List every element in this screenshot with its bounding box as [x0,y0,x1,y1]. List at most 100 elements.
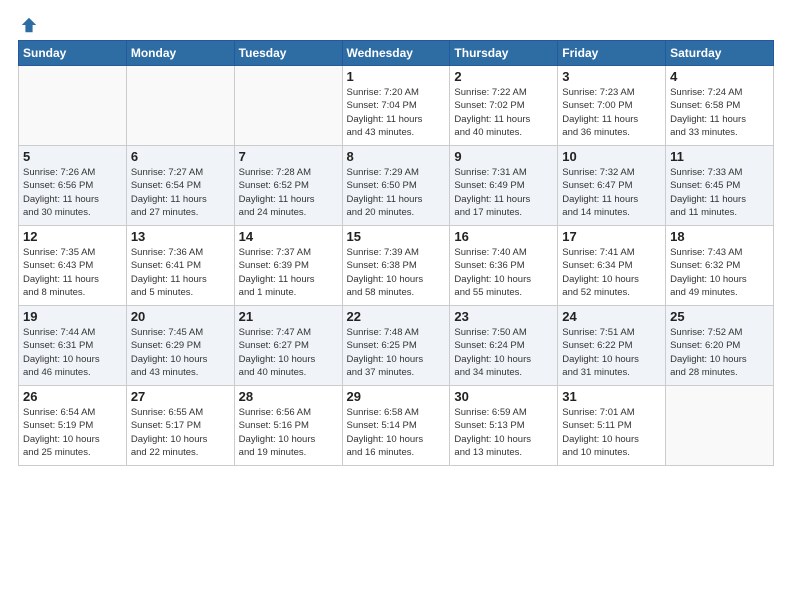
logo [18,16,38,30]
day-cell: 13 Sunrise: 7:36 AM Sunset: 6:41 PM Dayli… [126,226,234,306]
day-cell: 3 Sunrise: 7:23 AM Sunset: 7:00 PM Daylig… [558,66,666,146]
day-cell: 14 Sunrise: 7:37 AM Sunset: 6:39 PM Dayli… [234,226,342,306]
weekday-header-saturday: Saturday [666,41,774,66]
calendar-table: SundayMondayTuesdayWednesdayThursdayFrid… [18,40,774,466]
day-number: 5 [23,149,122,164]
day-info: Sunrise: 7:51 AM Sunset: 6:22 PM Dayligh… [562,326,661,379]
day-cell [19,66,127,146]
day-number: 19 [23,309,122,324]
day-info: Sunrise: 7:44 AM Sunset: 6:31 PM Dayligh… [23,326,122,379]
day-info: Sunrise: 7:39 AM Sunset: 6:38 PM Dayligh… [347,246,446,299]
day-cell: 23Sunrise: 7:50 AM Sunset: 6:24 PM Dayli… [450,306,558,386]
day-info: Sunrise: 7:48 AM Sunset: 6:25 PM Dayligh… [347,326,446,379]
day-info: Sunrise: 6:54 AM Sunset: 5:19 PM Dayligh… [23,406,122,459]
day-cell: 19 Sunrise: 7:44 AM Sunset: 6:31 PM Dayli… [19,306,127,386]
day-number: 27 [131,389,230,404]
day-cell: 22 Sunrise: 7:48 AM Sunset: 6:25 PM Dayli… [342,306,450,386]
day-info: Sunrise: 7:45 AM Sunset: 6:29 PM Dayligh… [131,326,230,379]
day-info: Sunrise: 7:24 AM Sunset: 6:58 PM Dayligh… [670,86,769,139]
day-info: Sunrise: 6:55 AM Sunset: 5:17 PM Dayligh… [131,406,230,459]
day-number: 4 [670,69,769,84]
week-row-2: 5 Sunrise: 7:26 AM Sunset: 6:56 PM Daylig… [19,146,774,226]
day-info: Sunrise: 7:52 AM Sunset: 6:20 PM Dayligh… [670,326,769,379]
day-cell: 21Sunrise: 7:47 AM Sunset: 6:27 PM Dayli… [234,306,342,386]
day-number: 30 [454,389,553,404]
day-info: Sunrise: 7:41 AM Sunset: 6:34 PM Dayligh… [562,246,661,299]
logo-icon [20,16,38,34]
day-number: 17 [562,229,661,244]
day-info: Sunrise: 7:43 AM Sunset: 6:32 PM Dayligh… [670,246,769,299]
day-info: Sunrise: 7:32 AM Sunset: 6:47 PM Dayligh… [562,166,661,219]
day-number: 24 [562,309,661,324]
day-cell: 8 Sunrise: 7:29 AM Sunset: 6:50 PM Daylig… [342,146,450,226]
day-cell: 18 Sunrise: 7:43 AM Sunset: 6:32 PM Dayli… [666,226,774,306]
day-cell: 29 Sunrise: 6:58 AM Sunset: 5:14 PM Dayli… [342,386,450,466]
day-cell: 11Sunrise: 7:33 AM Sunset: 6:45 PM Dayli… [666,146,774,226]
day-cell [126,66,234,146]
day-cell: 24 Sunrise: 7:51 AM Sunset: 6:22 PM Dayli… [558,306,666,386]
week-row-4: 19 Sunrise: 7:44 AM Sunset: 6:31 PM Dayli… [19,306,774,386]
day-cell: 28Sunrise: 6:56 AM Sunset: 5:16 PM Dayli… [234,386,342,466]
day-info: Sunrise: 7:20 AM Sunset: 7:04 PM Dayligh… [347,86,446,139]
day-cell: 5 Sunrise: 7:26 AM Sunset: 6:56 PM Daylig… [19,146,127,226]
day-cell [666,386,774,466]
day-cell: 9 Sunrise: 7:31 AM Sunset: 6:49 PM Daylig… [450,146,558,226]
day-info: Sunrise: 7:31 AM Sunset: 6:49 PM Dayligh… [454,166,553,219]
day-info: Sunrise: 7:27 AM Sunset: 6:54 PM Dayligh… [131,166,230,219]
day-number: 14 [239,229,338,244]
day-cell: 30 Sunrise: 6:59 AM Sunset: 5:13 PM Dayli… [450,386,558,466]
day-info: Sunrise: 7:35 AM Sunset: 6:43 PM Dayligh… [23,246,122,299]
day-number: 29 [347,389,446,404]
day-number: 22 [347,309,446,324]
day-cell: 10 Sunrise: 7:32 AM Sunset: 6:47 PM Dayli… [558,146,666,226]
day-info: Sunrise: 7:23 AM Sunset: 7:00 PM Dayligh… [562,86,661,139]
day-number: 2 [454,69,553,84]
day-cell: 2 Sunrise: 7:22 AM Sunset: 7:02 PM Daylig… [450,66,558,146]
day-cell: 26 Sunrise: 6:54 AM Sunset: 5:19 PM Dayli… [19,386,127,466]
day-number: 7 [239,149,338,164]
weekday-header-row: SundayMondayTuesdayWednesdayThursdayFrid… [19,41,774,66]
day-cell: 25Sunrise: 7:52 AM Sunset: 6:20 PM Dayli… [666,306,774,386]
day-cell: 27 Sunrise: 6:55 AM Sunset: 5:17 PM Dayli… [126,386,234,466]
day-cell: 17 Sunrise: 7:41 AM Sunset: 6:34 PM Dayli… [558,226,666,306]
weekday-header-tuesday: Tuesday [234,41,342,66]
day-number: 1 [347,69,446,84]
day-number: 12 [23,229,122,244]
day-cell: 7Sunrise: 7:28 AM Sunset: 6:52 PM Daylig… [234,146,342,226]
day-info: Sunrise: 7:40 AM Sunset: 6:36 PM Dayligh… [454,246,553,299]
day-info: Sunrise: 7:26 AM Sunset: 6:56 PM Dayligh… [23,166,122,219]
day-info: Sunrise: 7:22 AM Sunset: 7:02 PM Dayligh… [454,86,553,139]
day-info: Sunrise: 7:37 AM Sunset: 6:39 PM Dayligh… [239,246,338,299]
day-number: 6 [131,149,230,164]
day-number: 8 [347,149,446,164]
weekday-header-monday: Monday [126,41,234,66]
week-row-1: 1 Sunrise: 7:20 AM Sunset: 7:04 PM Daylig… [19,66,774,146]
day-cell: 6 Sunrise: 7:27 AM Sunset: 6:54 PM Daylig… [126,146,234,226]
day-number: 23 [454,309,553,324]
day-cell: 1 Sunrise: 7:20 AM Sunset: 7:04 PM Daylig… [342,66,450,146]
day-info: Sunrise: 7:29 AM Sunset: 6:50 PM Dayligh… [347,166,446,219]
day-cell: 16 Sunrise: 7:40 AM Sunset: 6:36 PM Dayli… [450,226,558,306]
day-cell: 4 Sunrise: 7:24 AM Sunset: 6:58 PM Daylig… [666,66,774,146]
day-number: 15 [347,229,446,244]
day-info: Sunrise: 6:58 AM Sunset: 5:14 PM Dayligh… [347,406,446,459]
day-number: 26 [23,389,122,404]
day-number: 11 [670,149,769,164]
day-cell: 31Sunrise: 7:01 AM Sunset: 5:11 PM Dayli… [558,386,666,466]
day-cell: 15 Sunrise: 7:39 AM Sunset: 6:38 PM Dayli… [342,226,450,306]
day-number: 16 [454,229,553,244]
day-info: Sunrise: 7:01 AM Sunset: 5:11 PM Dayligh… [562,406,661,459]
day-info: Sunrise: 6:59 AM Sunset: 5:13 PM Dayligh… [454,406,553,459]
day-number: 10 [562,149,661,164]
day-number: 20 [131,309,230,324]
week-row-3: 12 Sunrise: 7:35 AM Sunset: 6:43 PM Dayli… [19,226,774,306]
day-number: 3 [562,69,661,84]
day-number: 18 [670,229,769,244]
day-number: 9 [454,149,553,164]
day-info: Sunrise: 7:36 AM Sunset: 6:41 PM Dayligh… [131,246,230,299]
day-info: Sunrise: 6:56 AM Sunset: 5:16 PM Dayligh… [239,406,338,459]
calendar-container: SundayMondayTuesdayWednesdayThursdayFrid… [0,0,792,612]
day-cell [234,66,342,146]
weekday-header-friday: Friday [558,41,666,66]
day-number: 13 [131,229,230,244]
